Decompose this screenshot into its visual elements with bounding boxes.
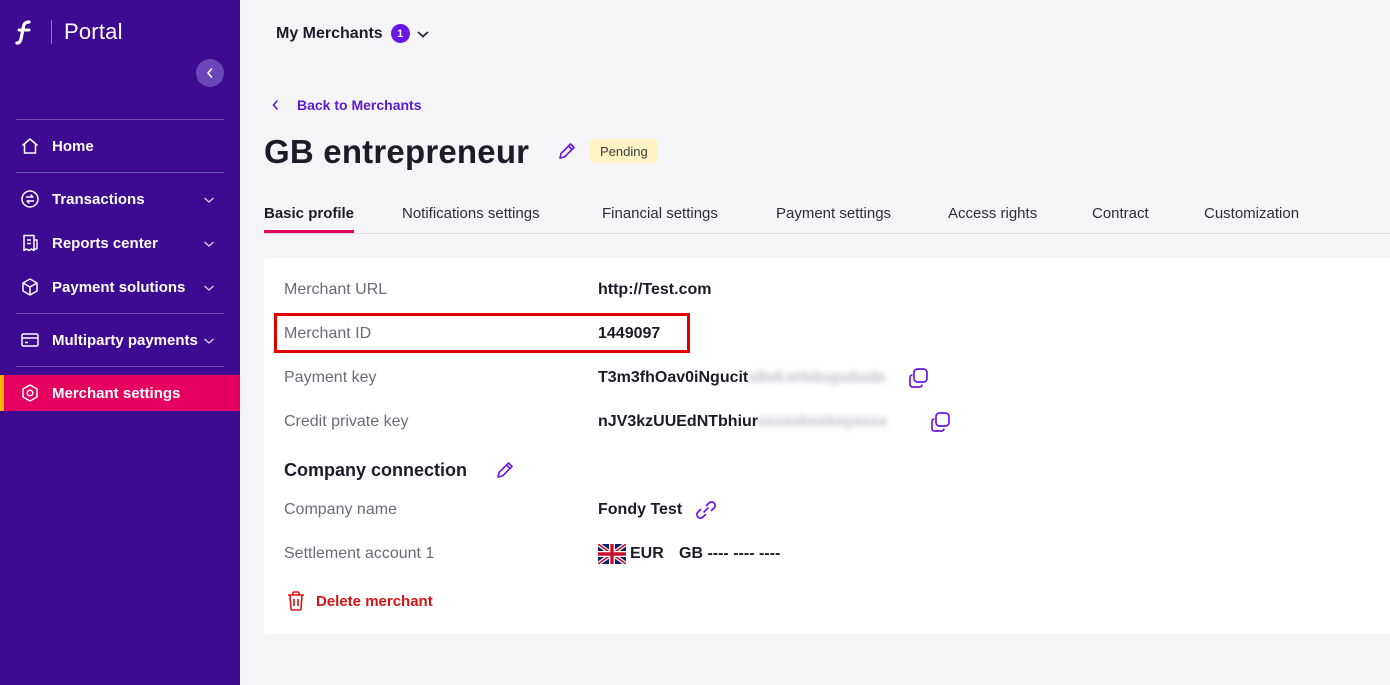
tab-contract[interactable]: Contract	[1092, 205, 1149, 233]
settlement-account-label: Settlement account 1	[284, 545, 435, 562]
delete-merchant-button[interactable]: Delete merchant	[286, 590, 433, 612]
sidebar-item-reports-center[interactable]: Reports center	[0, 225, 240, 261]
tab-access-rights[interactable]: Access rights	[948, 205, 1037, 233]
edit-pencil-icon[interactable]	[556, 140, 578, 162]
uk-flag-icon	[598, 544, 626, 564]
tab-basic-profile[interactable]: Basic profile	[264, 205, 355, 233]
sidebar-item-label: Home	[52, 137, 94, 155]
tab-payment-settings[interactable]: Payment settings	[776, 205, 891, 233]
sidebar-item-payment-solutions[interactable]: Payment solutions	[0, 269, 240, 305]
link-icon[interactable]	[694, 498, 718, 522]
copy-credit-private-key-icon[interactable]	[928, 410, 952, 434]
company-connection-title: Company connection	[284, 460, 468, 480]
brand-logo-icon	[14, 18, 36, 46]
chevron-down-icon	[416, 27, 430, 41]
payment-key-value: T3m3fhOav0iNgucitx8xKxHxbxpxbxdx	[598, 369, 886, 387]
home-icon	[20, 136, 40, 156]
merchants-count-badge: 1	[390, 24, 410, 43]
settings-tabs: Basic profile Notifications settings Fin…	[264, 200, 1390, 234]
status-badge: Pending	[590, 139, 658, 163]
payment-key-visible: T3m3fhOav0iNgucit	[598, 369, 749, 386]
company-name-label: Company name	[284, 501, 397, 518]
chevron-down-icon	[204, 338, 214, 344]
sidebar-divider	[16, 172, 224, 173]
tab-customization[interactable]: Customization	[1204, 205, 1299, 233]
tab-financial-settings[interactable]: Financial settings	[602, 205, 718, 233]
sidebar-divider	[16, 313, 224, 314]
sidebar-item-label: Multiparty payments	[52, 331, 198, 349]
page-title: GB entrepreneur	[264, 133, 530, 170]
settlement-iban: GB ---- ---- ----	[679, 545, 781, 562]
back-to-merchants-link[interactable]: Back to Merchants	[270, 97, 421, 113]
copy-payment-key-icon[interactable]	[906, 366, 930, 390]
sidebar-item-merchant-settings[interactable]: Merchant settings	[0, 375, 240, 411]
payment-key-label: Payment key	[284, 369, 377, 386]
company-name-value: Fondy Test	[598, 501, 683, 518]
merchant-url-label: Merchant URL	[284, 281, 388, 298]
sidebar-divider	[16, 119, 224, 120]
brand[interactable]: Portal	[14, 18, 123, 46]
payment-key-masked: x8xKxHxbxpxbxdx	[748, 369, 887, 386]
chevron-left-icon	[207, 68, 213, 78]
sidebar-item-multiparty-payments[interactable]: Multiparty payments	[0, 322, 240, 358]
chevron-down-icon	[204, 285, 214, 291]
credit-private-key-masked: xxxxxbxxbxyxxxx	[758, 413, 888, 430]
card-icon	[20, 330, 40, 350]
brand-title: Portal	[64, 19, 123, 44]
sidebar-item-label: Reports center	[52, 234, 158, 252]
sidebar-divider	[16, 366, 224, 367]
settlement-currency: EUR	[630, 545, 664, 562]
credit-private-key-visible: nJV3kzUUEdNTbhiur	[598, 413, 759, 430]
credit-private-key-label: Credit private key	[284, 413, 409, 430]
transactions-icon	[20, 189, 40, 209]
credit-private-key-value: nJV3kzUUEdNTbhiurxxxxxbxxbxyxxxx	[598, 413, 887, 431]
my-merchants-label: My Merchants	[276, 24, 383, 42]
brand-separator	[51, 20, 52, 44]
my-merchants-dropdown[interactable]: My Merchants 1	[276, 24, 430, 43]
merchant-id-label: Merchant ID	[284, 325, 372, 342]
edit-company-connection-icon[interactable]	[494, 459, 516, 481]
tab-notifications-settings[interactable]: Notifications settings	[402, 205, 540, 233]
chevron-down-icon	[204, 197, 214, 203]
sidebar-item-label: Transactions	[52, 190, 145, 208]
sidebar: Portal Home Transactions Reports center …	[0, 0, 240, 685]
collapse-sidebar-button[interactable]	[196, 59, 224, 87]
box-icon	[20, 277, 40, 297]
sidebar-item-label: Merchant settings	[52, 384, 181, 402]
settings-icon	[20, 383, 40, 403]
sidebar-item-transactions[interactable]: Transactions	[0, 181, 240, 217]
sidebar-item-home[interactable]: Home	[0, 128, 240, 164]
trash-icon	[288, 591, 304, 611]
sidebar-item-label: Payment solutions	[52, 278, 186, 296]
delete-merchant-label: Delete merchant	[316, 592, 433, 610]
chevron-left-icon	[270, 97, 284, 113]
report-icon	[20, 233, 40, 253]
back-to-merchants-label: Back to Merchants	[297, 97, 422, 113]
merchant-id-value: 1449097	[598, 325, 661, 342]
merchant-url-value: http://Test.com	[598, 281, 712, 298]
chevron-down-icon	[204, 241, 214, 247]
